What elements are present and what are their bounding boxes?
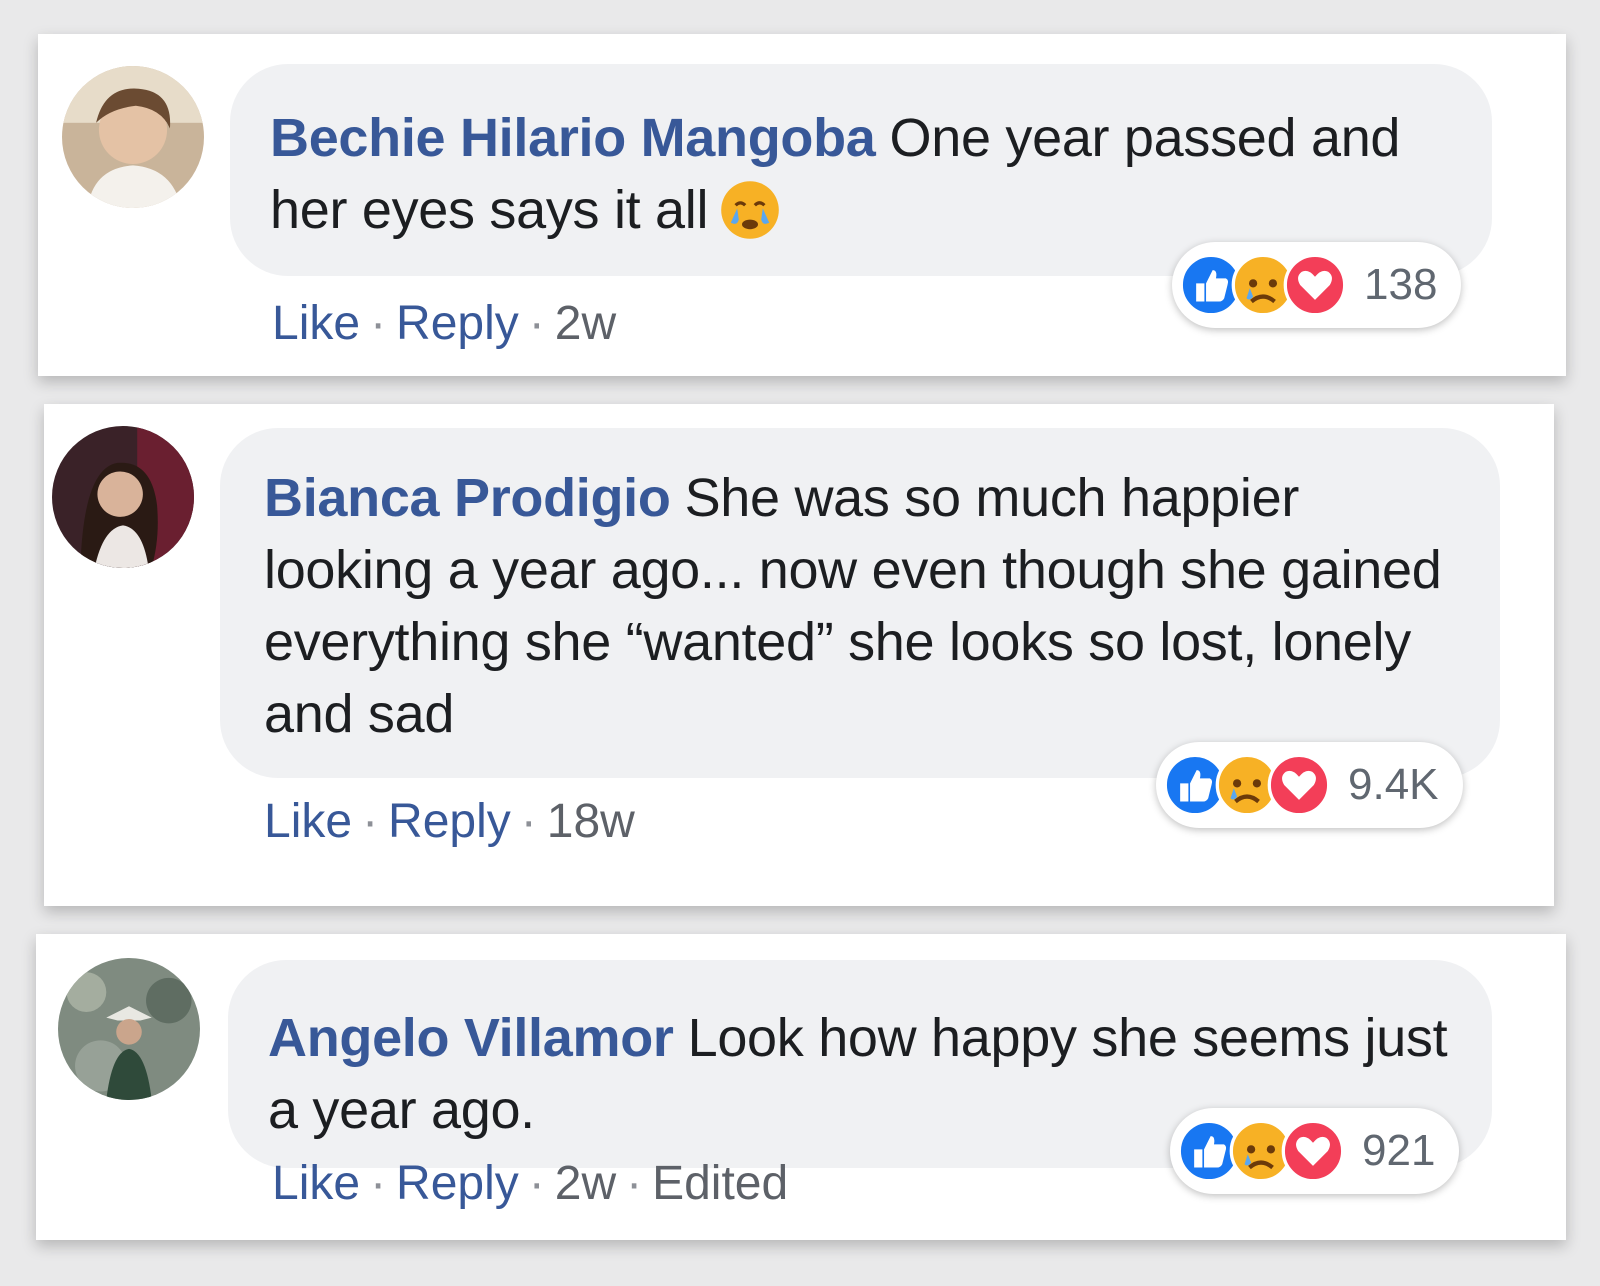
avatar[interactable]: [62, 66, 204, 208]
separator: ·: [362, 795, 379, 848]
comment-actions: Like · Reply · 2w: [272, 296, 616, 351]
love-icon: [1280, 1118, 1346, 1184]
comment-actions: Like · Reply · 2w · Edited: [272, 1156, 788, 1211]
reaction-count: 921: [1362, 1126, 1436, 1175]
reply-link[interactable]: Reply: [388, 795, 511, 848]
comment-card: Bechie Hilario Mangoba One year passed an…: [38, 34, 1566, 376]
comment-author[interactable]: Angelo Villamor: [268, 1008, 674, 1068]
comment-timestamp[interactable]: 2w: [555, 297, 616, 350]
reply-link[interactable]: Reply: [396, 297, 519, 350]
crying-face-icon: [718, 178, 782, 242]
comment-timestamp[interactable]: 18w: [547, 795, 635, 848]
edited-label[interactable]: Edited: [652, 1157, 788, 1210]
comment-card: Angelo Villamor Look how happy she seems …: [36, 934, 1566, 1240]
separator: ·: [520, 795, 537, 848]
like-link[interactable]: Like: [272, 297, 360, 350]
like-link[interactable]: Like: [264, 795, 352, 848]
comment-bubble: Bianca Prodigio She was so much happier l…: [220, 428, 1500, 778]
separator: ·: [370, 1157, 387, 1210]
reply-link[interactable]: Reply: [396, 1157, 519, 1210]
avatar[interactable]: [58, 958, 200, 1100]
comment-card: Bianca Prodigio She was so much happier l…: [44, 404, 1554, 906]
love-icon: [1282, 252, 1348, 318]
avatar[interactable]: [52, 426, 194, 568]
separator: ·: [370, 297, 387, 350]
comment-author[interactable]: Bechie Hilario Mangoba: [270, 108, 876, 168]
reaction-summary[interactable]: 921: [1170, 1108, 1460, 1194]
reaction-count: 138: [1364, 260, 1438, 309]
comment-actions: Like · Reply · 18w: [264, 794, 635, 849]
comment-author[interactable]: Bianca Prodigio: [264, 468, 671, 528]
comment-timestamp[interactable]: 2w: [555, 1157, 616, 1210]
reaction-summary[interactable]: 138: [1172, 242, 1462, 328]
separator: ·: [528, 1157, 545, 1210]
separator: ·: [528, 297, 545, 350]
separator: ·: [626, 1157, 643, 1210]
like-link[interactable]: Like: [272, 1157, 360, 1210]
reaction-count: 9.4K: [1348, 760, 1439, 809]
reaction-summary[interactable]: 9.4K: [1156, 742, 1463, 828]
love-icon: [1266, 752, 1332, 818]
